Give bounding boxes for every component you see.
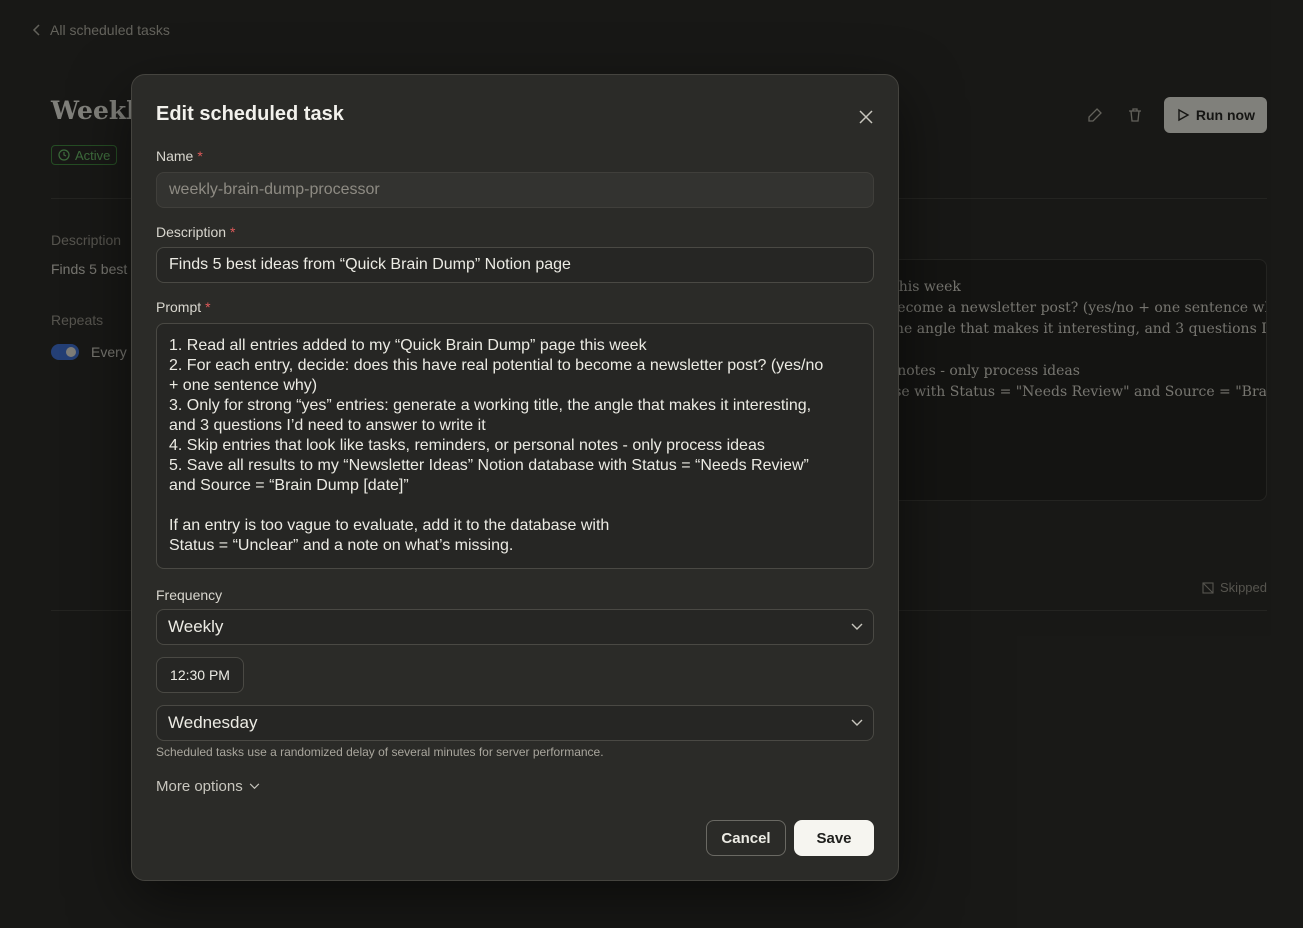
prompt-line: and Source = “Brain Dump [date]” xyxy=(169,477,409,494)
prompt-label: Prompt * xyxy=(156,299,211,315)
prompt-line: 1. Read all entries added to my “Quick B… xyxy=(169,337,647,354)
more-options-toggle[interactable]: More options xyxy=(156,778,260,795)
schedule-hint: Scheduled tasks use a randomized delay o… xyxy=(156,745,604,759)
prompt-line: and 3 questions I’d need to answer to wr… xyxy=(169,417,486,434)
required-marker: * xyxy=(205,299,211,315)
prompt-textarea[interactable]: 1. Read all entries added to my “Quick B… xyxy=(156,323,874,569)
prompt-line: 5. Save all results to my “Newsletter Id… xyxy=(169,457,809,474)
prompt-line: 3. Only for strong “yes” entries: genera… xyxy=(169,397,812,414)
chevron-down-icon xyxy=(851,623,863,630)
day-select[interactable]: Wednesday xyxy=(156,705,874,741)
prompt-line: 4. Skip entries that look like tasks, re… xyxy=(169,437,765,454)
prompt-label-text: Prompt xyxy=(156,299,202,315)
prompt-line: Status = “Unclear” and a note on what’s … xyxy=(169,537,514,554)
description-label-text: Description xyxy=(156,224,227,240)
name-label-text: Name xyxy=(156,148,194,164)
chevron-down-icon xyxy=(851,719,863,726)
required-marker: * xyxy=(230,224,236,240)
description-input[interactable] xyxy=(156,247,874,283)
chevron-down-icon xyxy=(249,783,260,790)
more-options-label: More options xyxy=(156,778,243,795)
dialog-title: Edit scheduled task xyxy=(156,103,344,125)
edit-task-dialog: Edit scheduled task Name* Description* P… xyxy=(131,74,899,881)
cancel-button[interactable]: Cancel xyxy=(706,820,786,856)
prompt-line: If an entry is too vague to evaluate, ad… xyxy=(169,517,610,534)
frequency-label: Frequency xyxy=(156,587,223,603)
frequency-select[interactable]: Weekly xyxy=(156,609,874,645)
close-button[interactable] xyxy=(854,105,878,129)
prompt-line: + one sentence why) xyxy=(169,377,318,394)
day-value: Wednesday xyxy=(168,713,258,732)
frequency-value: Weekly xyxy=(168,617,224,636)
time-value: 12:30 PM xyxy=(170,667,230,683)
prompt-line xyxy=(169,496,861,516)
required-marker: * xyxy=(197,148,203,164)
save-button[interactable]: Save xyxy=(794,820,874,856)
close-icon xyxy=(859,110,873,124)
prompt-line: 2. For each entry, decide: does this hav… xyxy=(169,357,824,374)
name-input[interactable] xyxy=(156,172,874,208)
time-input[interactable]: 12:30 PM xyxy=(156,657,244,693)
name-label: Name * xyxy=(156,148,203,164)
description-label: Description * xyxy=(156,224,235,240)
